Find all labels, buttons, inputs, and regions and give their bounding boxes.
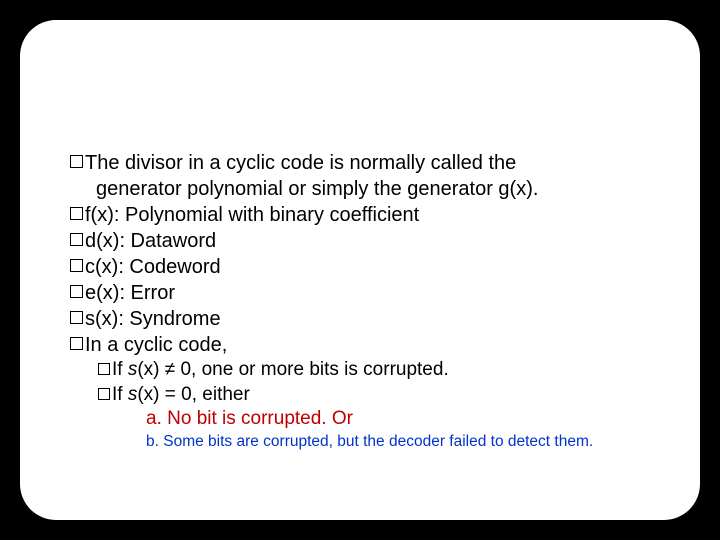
sub-bullet-item: If s(x) ≠ 0, one or more bits is corrupt… xyxy=(98,358,650,383)
bullet-square-icon xyxy=(70,155,83,168)
sub-bullet-group: If s(x) ≠ 0, one or more bits is corrupt… xyxy=(98,358,650,453)
bullet-square-icon xyxy=(98,388,110,400)
bullet-square-icon xyxy=(98,363,110,375)
sub-bullet-text: If s(x) ≠ 0, one or more bits is corrupt… xyxy=(112,358,449,383)
variable-italic: s xyxy=(128,359,138,380)
bullet-text: d(x): Dataword xyxy=(85,228,216,254)
bullet-item: d(x): Dataword xyxy=(70,228,650,254)
bullet-item: The divisor in a cyclic code is normally… xyxy=(70,150,650,176)
bullet-square-icon xyxy=(70,233,83,246)
text-fragment: (x) = 0, either xyxy=(137,384,249,405)
bullet-item: c(x): Codeword xyxy=(70,254,650,280)
bullet-square-icon xyxy=(70,285,83,298)
bullet-item: In a cyclic code, xyxy=(70,332,650,358)
bullet-item: f(x): Polynomial with binary coefficient xyxy=(70,202,650,228)
bullet-item: s(x): Syndrome xyxy=(70,306,650,332)
bullet-text: c(x): Codeword xyxy=(85,254,221,280)
bullet-text: s(x): Syndrome xyxy=(85,306,221,332)
bullet-text: e(x): Error xyxy=(85,280,175,306)
bullet-item: e(x): Error xyxy=(70,280,650,306)
bullet-text: In a cyclic code, xyxy=(85,332,227,358)
sub-bullet-text: If s(x) = 0, either xyxy=(112,383,250,408)
bullet-square-icon xyxy=(70,259,83,272)
bullet-text: f(x): Polynomial with binary coefficient xyxy=(85,202,419,228)
bullet-square-icon xyxy=(70,311,83,324)
sub-bullet-item: If s(x) = 0, either xyxy=(98,383,650,408)
slide-content: The divisor in a cyclic code is normally… xyxy=(70,150,650,453)
subsub-item-a: a. No bit is corrupted. Or xyxy=(146,407,650,432)
bullet-text: The divisor in a cyclic code is normally… xyxy=(85,150,516,176)
bullet-square-icon xyxy=(70,337,83,350)
variable-italic: s xyxy=(128,384,138,405)
bullet-square-icon xyxy=(70,207,83,220)
bullet-item-continuation: generator polynomial or simply the gener… xyxy=(70,176,650,202)
subsub-item-b: b. Some bits are corrupted, but the deco… xyxy=(146,432,650,453)
text-fragment: If xyxy=(112,384,128,405)
bullet-text: generator polynomial or simply the gener… xyxy=(96,176,538,202)
text-fragment: (x) ≠ 0, one or more bits is corrupted. xyxy=(137,359,448,380)
text-fragment: If xyxy=(112,359,128,380)
slide-frame: The divisor in a cyclic code is normally… xyxy=(20,20,700,520)
